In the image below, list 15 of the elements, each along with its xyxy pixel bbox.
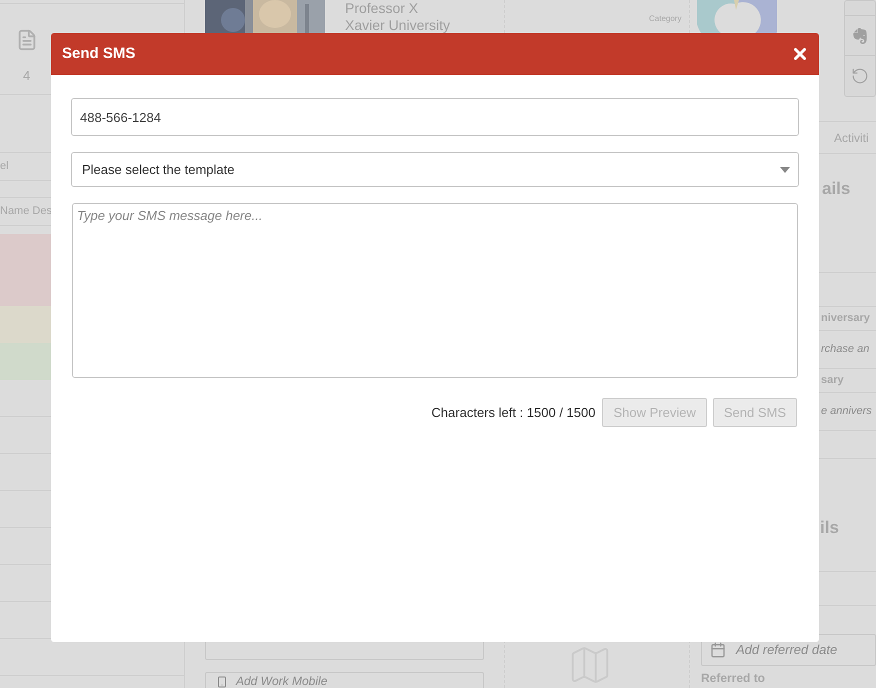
work-mobile-field[interactable]: Add Work Mobile [205,672,484,688]
calendar-icon [710,642,726,658]
message-field[interactable]: Type your SMS message here... [72,203,798,378]
contact-name: Professor X [345,0,420,17]
template-select[interactable]: Please select the template [71,152,799,187]
undo-icon[interactable] [851,67,869,85]
dialog-title: Send SMS [62,44,136,64]
close-icon [791,45,809,63]
document-icon[interactable] [16,28,38,52]
caret-icon [780,166,790,172]
elephant-icon[interactable] [852,28,868,44]
phone-icon [216,676,228,688]
character-counter: Characters left : 1500 / 1500 [431,404,596,422]
company-name: Xavier University [345,17,450,34]
phone-field[interactable]: 488-566-1284 [71,98,799,136]
